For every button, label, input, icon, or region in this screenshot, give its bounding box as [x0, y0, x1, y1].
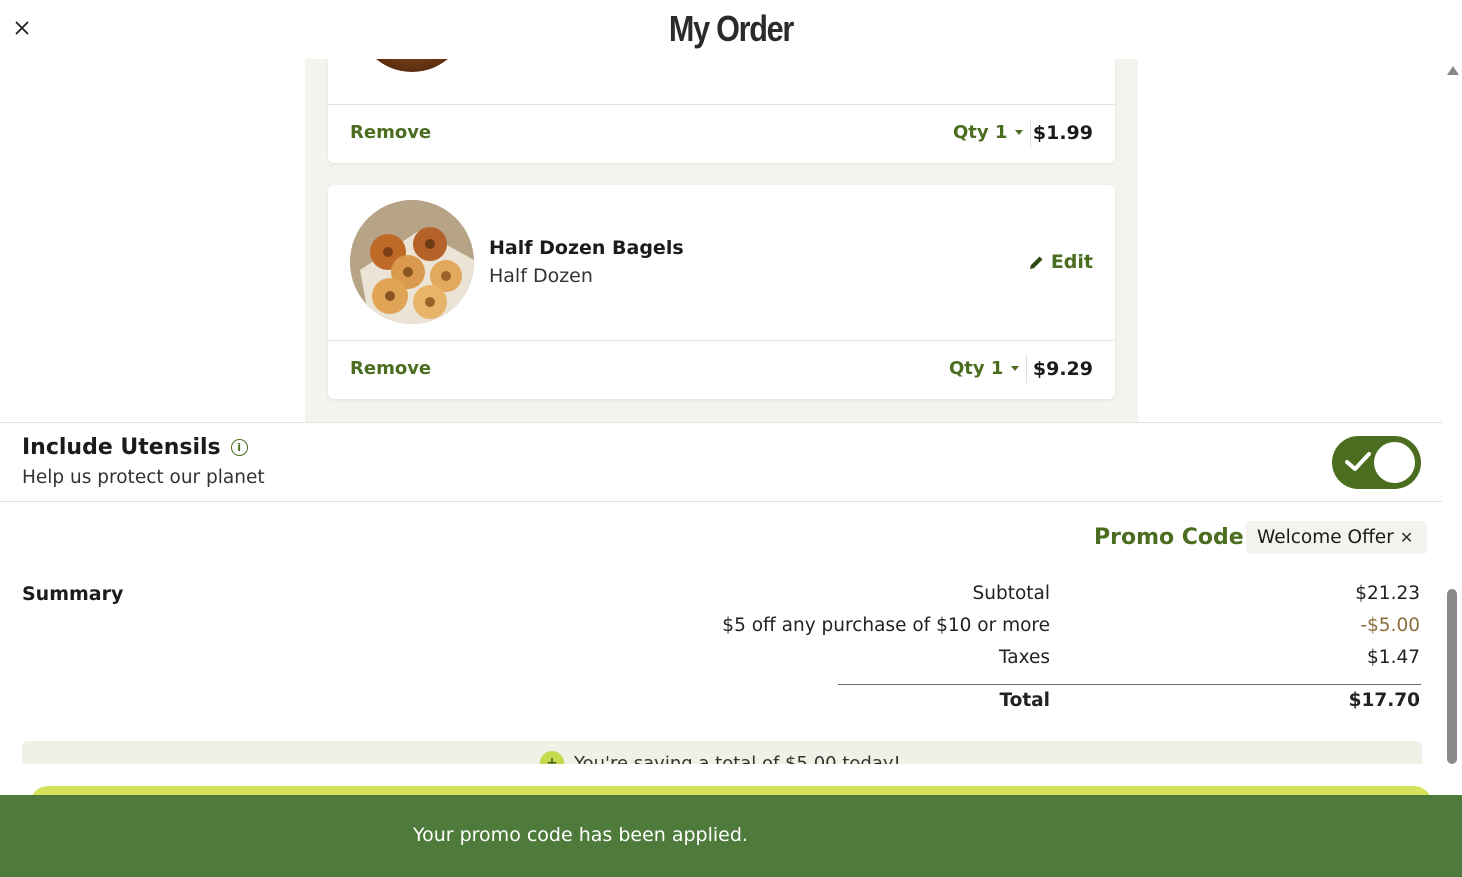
total-value: $17.70: [1348, 690, 1420, 711]
item-price: $1.99: [1032, 122, 1093, 144]
total-label: Total: [999, 690, 1050, 711]
caret-down-icon: [1011, 366, 1020, 371]
savings-icon: +: [540, 751, 564, 764]
savings-row: + You're saving a total of $5.00 today!: [540, 751, 901, 764]
utensils-toggle[interactable]: [1332, 436, 1421, 489]
divider: [1030, 119, 1031, 147]
toast-notification: Your promo code has been applied.: [0, 795, 1462, 877]
item-actions-row: Remove Qty 1 $1.99: [328, 105, 1115, 163]
promo-code-value: Welcome Offer: [1257, 527, 1394, 548]
savings-banner: + You're saving a total of $5.00 today!: [22, 741, 1422, 764]
caret-down-icon: [1015, 130, 1024, 135]
promo-code-label[interactable]: Promo Code: [1094, 525, 1244, 550]
close-icon[interactable]: [12, 18, 32, 38]
taxes-label: Taxes: [999, 647, 1050, 668]
order-item-card: Half Dozen Bagels Half Dozen Edit Remove…: [328, 185, 1115, 399]
remove-button[interactable]: Remove: [350, 358, 431, 379]
qty-select[interactable]: Qty 1: [949, 358, 1020, 379]
remove-button[interactable]: Remove: [350, 122, 431, 143]
edit-button[interactable]: Edit: [1028, 251, 1093, 273]
item-variant: Half Dozen: [489, 265, 593, 287]
divider: [1026, 355, 1027, 383]
utensils-heading: Include Utensils i: [22, 435, 248, 460]
utensils-subtitle: Help us protect our planet: [22, 467, 265, 488]
qty-select[interactable]: Qty 1: [953, 122, 1024, 143]
scroll-up-arrow-icon[interactable]: [1447, 66, 1459, 75]
qty-label: Qty 1: [949, 358, 1004, 379]
page-title: My Order: [668, 8, 794, 49]
item-price: $9.29: [1032, 358, 1093, 380]
toast-message: Your promo code has been applied.: [413, 824, 748, 846]
taxes-value: $1.47: [1367, 647, 1420, 668]
remove-promo-icon[interactable]: ✕: [1400, 528, 1413, 547]
qty-label: Qty 1: [953, 122, 1008, 143]
discount-value: -$5.00: [1360, 615, 1420, 636]
item-name: Half Dozen Bagels: [489, 237, 684, 259]
summary-title: Summary: [22, 583, 124, 605]
check-icon: [1345, 452, 1371, 471]
scroll-thumb[interactable]: [1447, 589, 1457, 764]
scrollbar[interactable]: [1442, 59, 1462, 764]
subtotal-value: $21.23: [1355, 583, 1420, 604]
edit-label: Edit: [1050, 251, 1093, 273]
utensils-section: Include Utensils i Help us protect our p…: [0, 422, 1442, 502]
utensils-title: Include Utensils: [22, 435, 221, 460]
pencil-icon: [1029, 256, 1043, 269]
subtotal-label: Subtotal: [972, 583, 1050, 604]
header: My Order: [0, 0, 1462, 59]
discount-label: $5 off any purchase of $10 or more: [722, 615, 1050, 636]
info-icon[interactable]: i: [230, 439, 248, 456]
bagels-image: [350, 200, 474, 324]
toggle-knob: [1374, 442, 1415, 483]
promo-chip[interactable]: Welcome Offer ✕: [1246, 521, 1428, 554]
item-actions-row: Remove Qty 1 $9.29: [328, 341, 1115, 399]
summary-divider: [838, 684, 1421, 685]
savings-text: You're saving a total of $5.00 today!: [574, 752, 901, 765]
